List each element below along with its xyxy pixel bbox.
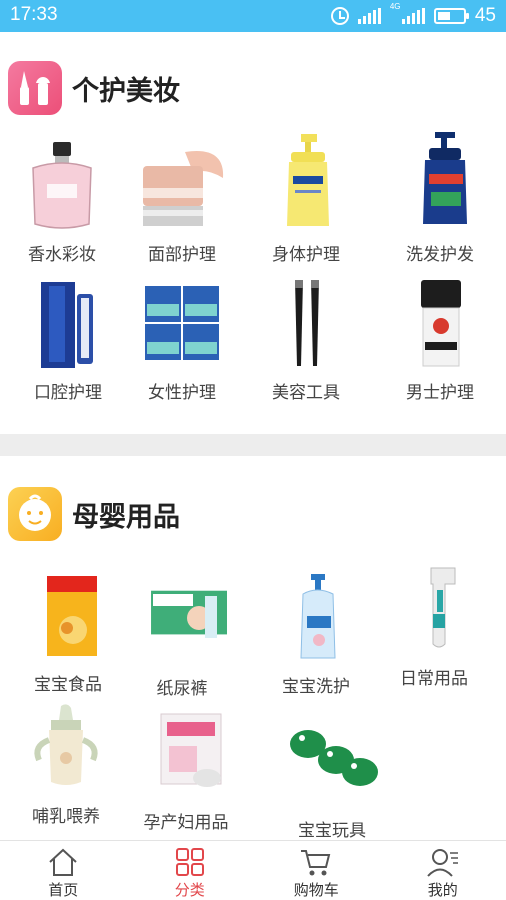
category-label: 洗发护发 [406,245,474,265]
category-item-beauty-tools[interactable]: 美容工具 [246,276,366,403]
toothpaste-icon [23,276,113,372]
category-item-diapers[interactable]: 纸尿裤 [122,572,242,699]
face-cream-jar-icon [137,138,227,234]
category-label: 宝宝食品 [34,675,102,695]
status-bar: 17:33 4G 45 [0,0,506,32]
section-header-personal-care: 个护美妆 [8,60,180,116]
home-icon [49,848,77,876]
category-label: 身体护理 [272,245,340,265]
category-label: 美容工具 [272,383,340,403]
section-header-mother-baby: 母婴用品 [8,486,180,542]
baby-face-icon [8,487,62,541]
battery-level: 45 [474,5,496,26]
maternity-pack-icon [141,706,231,802]
nav-profile[interactable]: 我的 [380,841,506,900]
category-item-toys[interactable]: 宝宝玩具 [272,714,392,841]
section-title: 母婴用品 [72,501,180,533]
thermometer-icon [389,562,479,658]
grid-icon [175,848,204,876]
category-label: 女性护理 [148,383,216,403]
category-item-face-care[interactable]: 面部护理 [122,138,242,265]
nav-label: 购物车 [293,881,339,899]
category-item-maternity[interactable]: 孕产妇用品 [126,706,246,833]
category-item-perfume[interactable]: 香水彩妆 [2,138,122,265]
category-label: 男士护理 [406,383,474,403]
nav-cart[interactable]: 购物车 [253,841,380,900]
alarm-icon [330,7,349,25]
category-label: 日常用品 [400,669,468,689]
category-label: 宝宝玩具 [298,821,366,841]
diaper-pack-icon [137,572,230,668]
category-item-hair-care[interactable]: 洗发护发 [380,128,500,265]
category-label: 宝宝洗护 [282,677,350,697]
network-tag: 4G [389,2,401,11]
category-item-body-care[interactable]: 身体护理 [246,130,366,265]
nav-label: 分类 [174,881,205,899]
category-item-daily-goods[interactable]: 日常用品 [374,562,494,689]
user-icon [427,849,458,877]
category-item-feminine-care[interactable]: 女性护理 [122,276,242,403]
baby-wash-bottle-icon [271,570,361,666]
category-item-baby-wash[interactable]: 宝宝洗护 [256,570,376,697]
sanitary-pads-icon [137,276,227,372]
baby-food-box-icon [23,568,113,664]
perfume-bottle-icon [17,138,107,234]
shampoo-bottle-icon [395,128,485,234]
category-label: 纸尿裤 [156,679,208,699]
category-item-baby-food[interactable]: 宝宝食品 [8,568,128,695]
category-label: 哺乳喂养 [32,807,100,827]
category-label: 面部护理 [148,245,216,265]
category-label: 香水彩妆 [28,245,96,265]
bottom-nav: 首页 分类 购物车 我的 [0,840,506,900]
tweezers-icon [261,276,351,372]
status-time: 17:33 [10,4,58,25]
body-lotion-bottle-icon [261,130,351,234]
category-item-oral-care[interactable]: 口腔护理 [8,276,128,403]
section-title: 个护美妆 [72,75,180,107]
nav-home[interactable]: 首页 [0,841,127,900]
signal-4g-icon: 4G [390,2,425,24]
nav-label: 首页 [48,881,79,899]
category-label: 孕产妇用品 [143,813,229,833]
category-label: 口腔护理 [34,383,102,403]
category-item-feeding[interactable]: 哺乳喂养 [6,700,126,827]
toy-frogs-icon [282,714,382,810]
nav-category[interactable]: 分类 [127,841,254,900]
nav-label: 我的 [427,881,458,899]
section-divider [0,434,506,456]
sippy-cup-icon [21,700,111,796]
cart-icon [301,850,331,876]
men-cream-icon [395,276,485,372]
makeup-icon [8,61,62,115]
category-item-men-care[interactable]: 男士护理 [380,276,500,403]
battery-icon [433,8,469,24]
signal-icon [357,8,381,24]
